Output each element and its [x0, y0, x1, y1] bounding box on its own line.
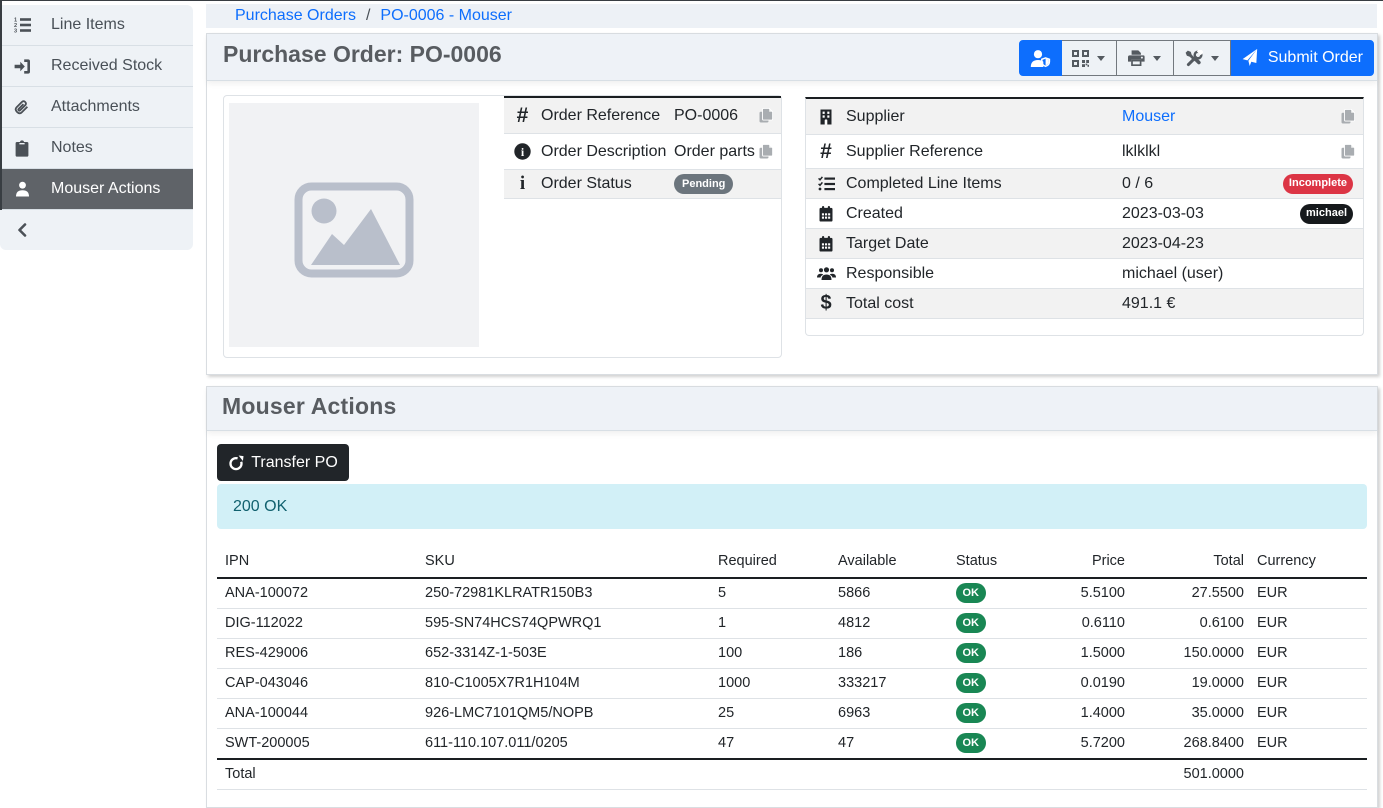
svg-text:3: 3: [14, 29, 17, 33]
